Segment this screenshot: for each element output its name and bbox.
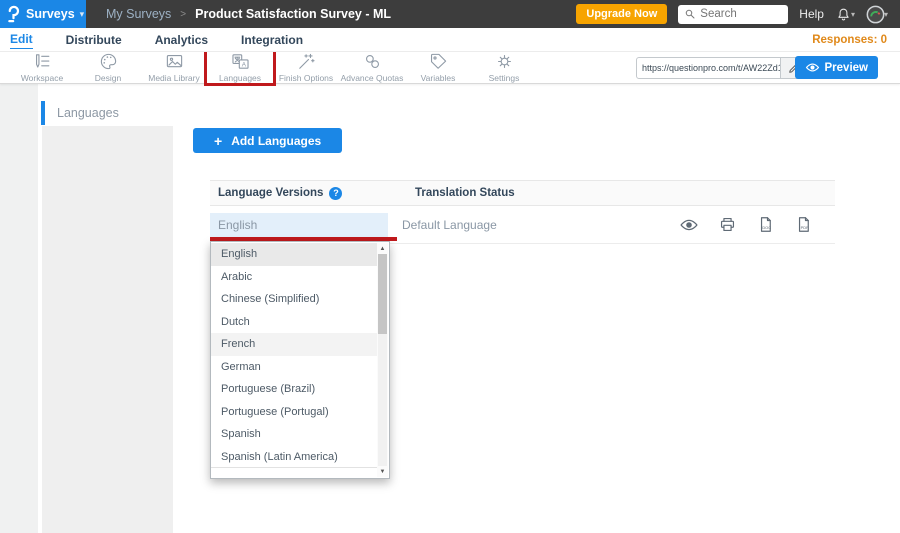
column-header-language-versions: Language Versions ? <box>210 187 400 200</box>
add-languages-button[interactable]: + Add Languages <box>193 128 342 153</box>
product-name: Surveys <box>26 7 75 21</box>
language-versions-table: Language Versions ? Translation Status D… <box>210 180 835 244</box>
page-title: Languages <box>45 101 119 125</box>
tab-analytics[interactable]: Analytics <box>155 31 208 49</box>
product-switcher[interactable]: Surveys ▾ <box>0 0 86 28</box>
doc-icon[interactable]: DOC <box>756 215 775 234</box>
scroll-down-icon[interactable]: ▼ <box>377 466 388 477</box>
toolbar-item-workspace[interactable]: Workspace <box>9 52 75 83</box>
survey-url-field: https://questionpro.com/t/AW22Zd1S1 <box>636 57 806 79</box>
global-search[interactable] <box>678 5 788 24</box>
scrollbar-thumb[interactable] <box>378 254 387 334</box>
left-gutter <box>0 84 38 533</box>
toolbar-item-advance-quotas[interactable]: Advance Quotas <box>339 52 405 83</box>
scrollbar-track[interactable] <box>378 254 387 466</box>
dropdown-option[interactable]: English <box>211 243 377 266</box>
language-select-input[interactable] <box>210 213 388 237</box>
toolbar-item-design[interactable]: Design <box>75 52 141 83</box>
toolbar-item-settings[interactable]: Settings <box>471 52 537 83</box>
search-input[interactable] <box>700 8 782 20</box>
dropdown-bottom-strip <box>211 467 377 478</box>
account-menu[interactable]: ▾ <box>866 5 888 24</box>
survey-nav-bar: Edit Distribute Analytics Integration Re… <box>0 28 900 52</box>
dropdown-option[interactable]: Portuguese (Portugal) <box>211 401 377 424</box>
toolbar-item-variables[interactable]: Variables <box>405 52 471 83</box>
wand-icon <box>297 52 316 71</box>
dropdown-option[interactable]: Spanish <box>211 423 377 446</box>
language-option-list: English Arabic Chinese (Simplified) Dutc… <box>211 243 377 468</box>
tab-distribute[interactable]: Distribute <box>66 31 122 49</box>
dropdown-option[interactable]: German <box>211 356 377 379</box>
svg-text:DOC: DOC <box>762 225 771 230</box>
pdf-icon[interactable]: PDF <box>794 215 813 234</box>
search-icon <box>684 8 696 20</box>
topbar-right-group: Upgrade Now Help ▾ ▾ <box>576 4 900 24</box>
image-icon <box>165 52 184 71</box>
plus-icon: + <box>214 134 222 148</box>
responses-count[interactable]: Responses: 0 <box>812 34 900 46</box>
dropdown-option[interactable]: Portuguese (Brazil) <box>211 378 377 401</box>
breadcrumb-current-survey: Product Satisfaction Survey - ML <box>195 7 391 21</box>
workspace-icon <box>33 52 52 71</box>
gear-icon <box>495 52 514 71</box>
chevron-down-icon: ▾ <box>851 10 855 19</box>
eye-icon <box>805 60 820 75</box>
language-dropdown: English Arabic Chinese (Simplified) Dutc… <box>210 241 390 479</box>
palette-icon <box>99 52 118 71</box>
preview-button[interactable]: Preview <box>795 56 878 79</box>
dropdown-option[interactable]: Arabic <box>211 266 377 289</box>
scroll-up-icon[interactable]: ▲ <box>377 243 388 254</box>
toolbar-item-languages[interactable]: A Languages <box>207 52 273 83</box>
languages-sidebar <box>42 126 173 533</box>
edit-toolbar: Workspace Design Media Library A Languag… <box>0 52 900 84</box>
tab-edit[interactable]: Edit <box>10 30 33 49</box>
top-bar: Surveys ▾ My Surveys > Product Satisfact… <box>0 0 900 28</box>
dropdown-option[interactable]: French <box>211 333 377 356</box>
help-tooltip-icon[interactable]: ? <box>329 187 342 200</box>
section-header: Languages <box>41 101 119 125</box>
dropdown-scrollbar[interactable]: ▲ ▼ <box>377 243 388 477</box>
notifications-menu[interactable]: ▾ <box>835 6 855 23</box>
breadcrumb-parent[interactable]: My Surveys <box>106 7 171 21</box>
table-row: Default Language DOC PDF <box>210 206 835 244</box>
upgrade-now-button[interactable]: Upgrade Now <box>576 4 667 24</box>
breadcrumb-separator: > <box>180 9 186 20</box>
print-icon[interactable] <box>718 215 737 234</box>
links-icon <box>363 52 382 71</box>
dropdown-option[interactable]: Dutch <box>211 311 377 334</box>
avatar <box>866 5 885 24</box>
tab-integration[interactable]: Integration <box>241 31 303 49</box>
toolbar-item-finish-options[interactable]: Finish Options <box>273 52 339 83</box>
bell-icon <box>835 6 852 23</box>
column-header-translation-status: Translation Status <box>400 187 515 199</box>
chevron-down-icon: ▾ <box>80 9 85 20</box>
svg-text:PDF: PDF <box>801 225 809 230</box>
row-action-buttons: DOC PDF <box>679 215 835 235</box>
toolbar-item-media-library[interactable]: Media Library <box>141 52 207 83</box>
survey-url-value[interactable]: https://questionpro.com/t/AW22Zd1S1 <box>637 58 780 78</box>
translation-status-value: Default Language <box>402 218 497 232</box>
help-link[interactable]: Help <box>799 7 824 21</box>
tag-icon <box>429 52 448 71</box>
chevron-down-icon: ▾ <box>884 10 888 19</box>
dropdown-option[interactable]: Spanish (Latin America) <box>211 446 377 469</box>
questionpro-logo-icon <box>6 4 21 24</box>
table-header-row: Language Versions ? Translation Status <box>210 180 835 206</box>
dropdown-option[interactable]: Chinese (Simplified) <box>211 288 377 311</box>
eye-icon[interactable] <box>679 215 699 235</box>
translate-icon: A <box>231 52 250 71</box>
